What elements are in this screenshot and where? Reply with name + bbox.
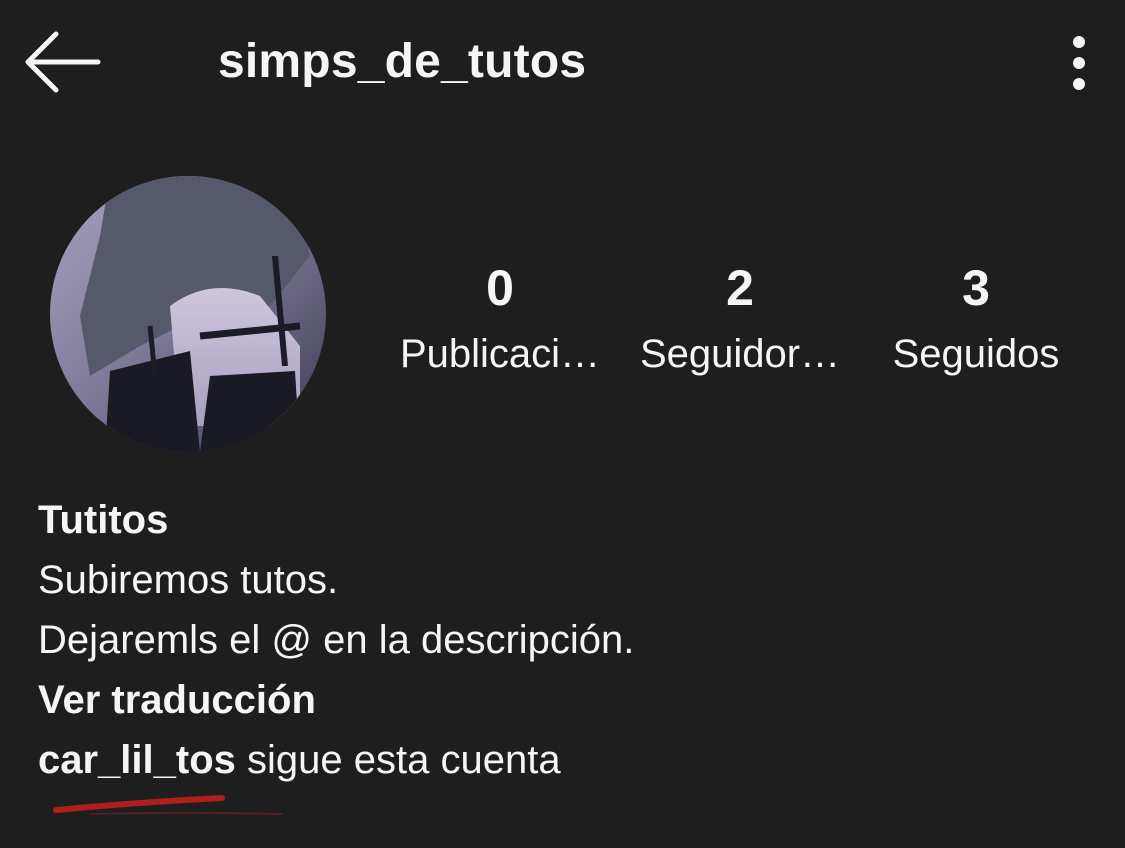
followers-label: Seguidor…: [639, 332, 841, 376]
followers-count: 2: [726, 260, 754, 316]
stat-following[interactable]: 3 Seguidos: [856, 258, 1096, 382]
followed-by-suffix: sigue esta cuenta: [247, 738, 561, 782]
followed-by-line: car_lil_tos sigue esta cuenta: [38, 730, 1098, 790]
stat-posts[interactable]: 0 Publicaci…: [380, 258, 620, 382]
profile-photo: [50, 176, 326, 452]
red-underline-annotation: [53, 795, 283, 815]
top-bar: simps_de_tutos: [0, 0, 1125, 130]
bio-line-1: Subiremos tutos.: [38, 558, 339, 602]
back-button[interactable]: [18, 26, 108, 98]
posts-count: 0: [486, 260, 514, 316]
more-options-button[interactable]: [1054, 30, 1104, 96]
following-label: Seguidos: [892, 332, 1060, 376]
see-translation-link[interactable]: Ver traducción: [38, 670, 1098, 730]
profile-username-title: simps_de_tutos: [218, 35, 587, 88]
profile-display-name: Tutitos: [38, 498, 169, 542]
stat-followers[interactable]: 2 Seguidor…: [620, 258, 860, 382]
posts-label: Publicaci…: [399, 332, 601, 376]
more-vertical-icon: [1073, 36, 1085, 90]
arrow-left-icon: [25, 31, 101, 93]
following-count: 3: [962, 260, 990, 316]
profile-avatar[interactable]: [50, 176, 326, 452]
bio-line-2: Dejaremls el @ en la descripción.: [38, 618, 635, 662]
profile-bio: Tutitos Subiremos tutos. Dejaremls el @ …: [38, 490, 1098, 790]
follower-username-link[interactable]: car_lil_tos: [38, 738, 236, 782]
